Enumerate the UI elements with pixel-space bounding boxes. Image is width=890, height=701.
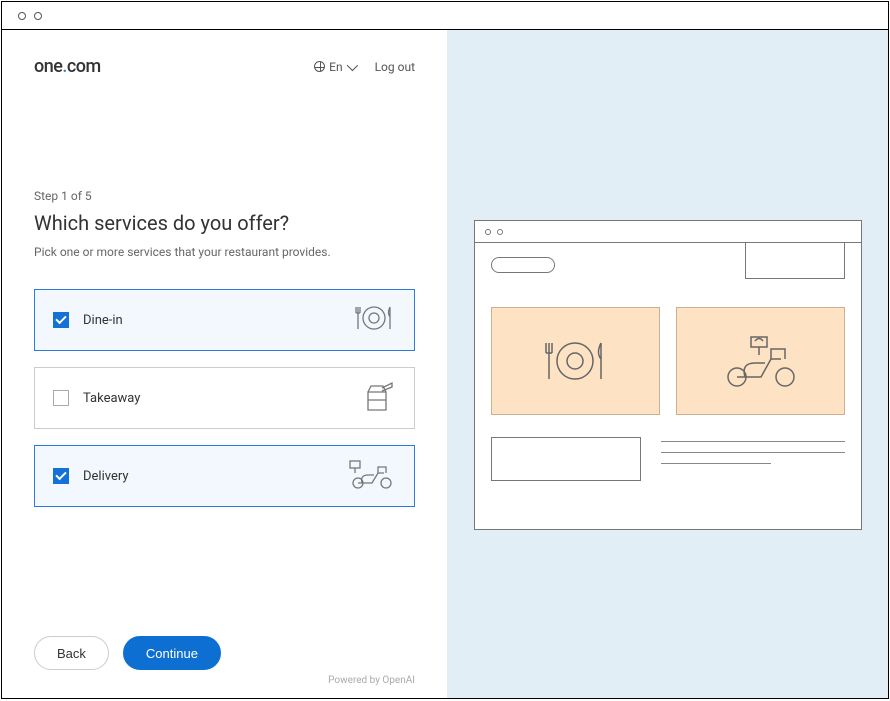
option-dine-in[interactable]: Dine-in — [34, 289, 415, 351]
window-control-dot[interactable] — [18, 12, 26, 20]
right-pane — [447, 30, 888, 698]
checkbox[interactable] — [53, 312, 69, 328]
page-subheading: Pick one or more services that your rest… — [34, 245, 415, 259]
chevron-down-icon — [346, 59, 357, 70]
preview-titlebar — [475, 221, 861, 243]
powered-by: Powered by OpenAI — [328, 675, 415, 686]
app-window: one.com En Log out Step 1 of 5 Which ser… — [1, 1, 889, 699]
option-delivery[interactable]: Delivery — [34, 445, 415, 507]
option-left: Takeaway — [53, 390, 140, 406]
preview-line — [661, 441, 845, 442]
brand-part2: com — [67, 56, 101, 77]
preview-line — [661, 452, 845, 453]
wizard-footer: Back Continue — [34, 636, 221, 670]
preview-card-dine-in — [491, 307, 660, 415]
option-left: Dine-in — [53, 312, 123, 328]
continue-button[interactable]: Continue — [123, 636, 221, 670]
window-control-dot[interactable] — [34, 12, 42, 20]
preview-card-delivery — [676, 307, 845, 415]
option-label: Takeaway — [83, 391, 140, 406]
takeaway-bag-icon — [358, 380, 396, 416]
left-pane: one.com En Log out Step 1 of 5 Which ser… — [2, 30, 447, 698]
preview-nav — [475, 243, 861, 287]
language-label: En — [329, 60, 342, 74]
option-label: Dine-in — [83, 313, 123, 328]
preview-text-block — [491, 437, 641, 481]
checkbox[interactable] — [53, 390, 69, 406]
option-takeaway[interactable]: Takeaway — [34, 367, 415, 429]
app-body: one.com En Log out Step 1 of 5 Which ser… — [2, 30, 888, 698]
logout-link[interactable]: Log out — [375, 60, 415, 74]
preview-logo-placeholder — [491, 257, 555, 273]
preview-dot — [485, 229, 491, 235]
step-indicator: Step 1 of 5 — [34, 189, 415, 203]
preview-nav-box — [745, 243, 845, 279]
brand-logo: one.com — [34, 56, 101, 77]
scooter-icon — [348, 459, 396, 493]
globe-icon — [314, 61, 325, 72]
language-switcher[interactable]: En — [314, 60, 354, 74]
back-button[interactable]: Back — [34, 636, 109, 670]
option-left: Delivery — [53, 468, 129, 484]
option-label: Delivery — [83, 469, 129, 484]
header: one.com En Log out — [34, 56, 415, 77]
header-actions: En Log out — [314, 60, 415, 74]
preview-line — [661, 463, 771, 464]
preview-dot — [497, 229, 503, 235]
plate-cutlery-icon — [352, 303, 396, 337]
service-options: Dine-in Takeaway — [34, 289, 415, 507]
site-preview — [474, 220, 862, 530]
checkbox[interactable] — [53, 468, 69, 484]
preview-text-lines — [661, 437, 845, 464]
page-heading: Which services do you offer? — [34, 211, 415, 235]
preview-content — [475, 287, 861, 529]
preview-lower — [491, 437, 845, 481]
window-titlebar — [2, 2, 888, 30]
brand-part1: one — [34, 56, 62, 77]
preview-cards — [491, 307, 845, 415]
